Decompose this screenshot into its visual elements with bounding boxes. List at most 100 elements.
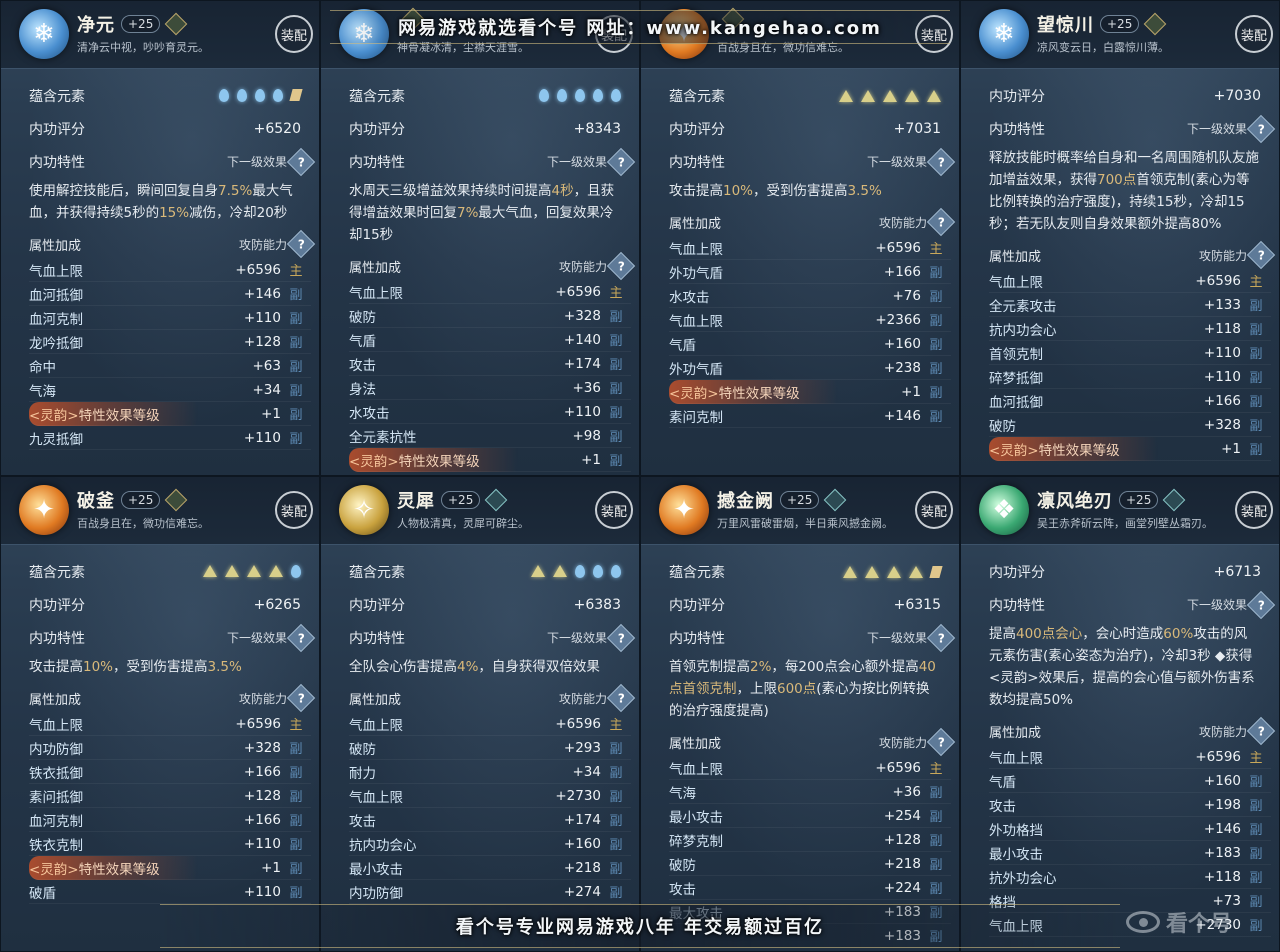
next-level-label: 下一级效果 <box>226 631 287 645</box>
stat-name-text: 破防 <box>989 418 1016 435</box>
stat-name-text: 破防 <box>349 309 376 326</box>
stat-name-text: 命中 <box>29 359 56 376</box>
elements-row: 蕴含元素 <box>349 79 631 112</box>
water-drop-icon <box>575 89 585 102</box>
stat-name-text: 气血上限 <box>669 313 723 330</box>
sub-stat-icon: 副 <box>929 858 943 873</box>
attr-sub[interactable]: 攻防能力? <box>1199 716 1276 746</box>
elements-row: 蕴含元素 <box>29 555 311 588</box>
help-icon[interactable]: ? <box>1246 240 1276 270</box>
trait-effect-text: 释放技能时概率给自身和一名周围随机队友施加增益效果，获得700点首领克制(素心为… <box>989 145 1271 241</box>
help-icon[interactable]: ? <box>926 727 956 757</box>
attr-header: 属性加成 攻防能力? <box>29 229 316 259</box>
attr-sub[interactable]: 攻防能力? <box>879 727 956 757</box>
next-level-effect[interactable]: 下一级效果? <box>547 623 636 652</box>
help-icon[interactable]: ? <box>286 623 316 652</box>
next-level-effect[interactable]: 下一级效果? <box>547 147 636 176</box>
mountain-icon <box>883 89 897 102</box>
help-glyph: ? <box>297 691 305 705</box>
stat-name-text: 外功气盾 <box>669 265 723 282</box>
equip-button[interactable]: 装配 <box>1235 491 1273 529</box>
next-level-effect[interactable]: 下一级效果? <box>1187 114 1276 143</box>
stat-name: 破防 <box>669 854 841 874</box>
sub-stat-icon: 副 <box>929 338 943 353</box>
help-icon[interactable]: ? <box>606 683 636 713</box>
sub-stat-icon: 副 <box>929 266 943 281</box>
attr-sub[interactable]: 攻防能力? <box>559 683 636 713</box>
stat-name-text: 气血上限 <box>669 241 723 258</box>
water-drop-icon <box>273 89 283 102</box>
equip-button[interactable]: 装配 <box>275 491 313 529</box>
stat-row: 破防 +293 副 <box>349 736 631 760</box>
next-level-effect[interactable]: 下一级效果? <box>866 147 956 176</box>
help-icon[interactable]: ? <box>1246 716 1276 746</box>
next-level-label: 下一级效果 <box>866 155 927 169</box>
elements-row: 蕴含元素 <box>669 555 951 588</box>
help-icon[interactable]: ? <box>1246 114 1276 143</box>
stat-name: <灵韵>特性效果等级 <box>29 858 201 878</box>
help-icon[interactable]: ? <box>286 683 316 713</box>
attr-sub[interactable]: 攻防能力? <box>239 229 316 259</box>
stat-row: 攻击 +174 副 <box>349 352 631 376</box>
equip-button[interactable]: 装配 <box>275 15 313 53</box>
sub-stat-icon: 副 <box>929 362 943 377</box>
next-level-effect[interactable]: 下一级效果? <box>867 623 956 652</box>
next-level-effect[interactable]: 下一级效果? <box>226 623 316 652</box>
help-icon[interactable]: ? <box>606 623 636 652</box>
help-glyph: ? <box>937 630 945 645</box>
trait-effect-text: 攻击提高10%，受到伤害提高3.5% <box>669 178 951 208</box>
stat-row: 耐力 +34 副 <box>349 760 631 784</box>
gongfa-name: 凛风绝刃 <box>1037 491 1113 512</box>
stat-name-text: 素问克制 <box>669 409 723 426</box>
stat-value: +36 <box>892 783 922 800</box>
stat-name: 首领克制 <box>989 343 1161 363</box>
mountain-icon <box>247 565 261 577</box>
stat-name-text: 气血上限 <box>29 717 83 734</box>
help-icon[interactable]: ? <box>286 147 316 176</box>
grade-diamond-icon <box>485 488 508 512</box>
attr-label: 属性加成 <box>29 692 82 708</box>
stat-row: 水攻击 +76 副 <box>669 284 951 308</box>
next-level-effect[interactable]: 下一级效果? <box>1187 590 1276 619</box>
help-icon[interactable]: ? <box>606 147 636 176</box>
sub-stat-icon: 副 <box>289 288 303 303</box>
card-body: 内功评分 +6713 内功特性 下一级效果? 提高400点会心，会心时造成60%攻击的风… <box>961 545 1279 937</box>
help-icon[interactable]: ? <box>286 229 316 259</box>
equip-button[interactable]: 装配 <box>1235 15 1273 53</box>
stat-name: 气盾 <box>989 771 1161 791</box>
help-icon[interactable]: ? <box>606 251 636 281</box>
equip-button[interactable]: 装配 <box>915 491 953 529</box>
main-stat-icon: 主 <box>929 242 943 257</box>
stat-name: 水攻击 <box>349 402 521 422</box>
stat-name-text: 攻击 <box>989 798 1016 815</box>
help-icon[interactable]: ? <box>1246 590 1276 619</box>
stat-name-text: 攻击 <box>669 881 696 898</box>
trait-label: 内功特性 <box>349 630 405 647</box>
help-icon[interactable]: ? <box>926 147 956 176</box>
attr-sub[interactable]: 攻防能力? <box>879 207 956 237</box>
level-badge: +25 <box>1119 491 1159 509</box>
gongfa-name: 灵犀 <box>397 491 435 512</box>
score-label: 内功评分 <box>669 597 725 614</box>
mountain-icon <box>269 565 283 577</box>
stat-name: 最小攻击 <box>989 843 1161 863</box>
elements-label: 蕴含元素 <box>669 88 725 105</box>
stat-value: +218 <box>883 855 921 872</box>
attr-sub[interactable]: 攻防能力? <box>559 251 636 281</box>
title-row: 望惊川 +25 <box>1037 11 1167 37</box>
stat-name: 气血上限 <box>669 758 841 778</box>
attr-sub[interactable]: 攻防能力? <box>239 683 316 713</box>
help-icon[interactable]: ? <box>926 207 956 237</box>
help-icon[interactable]: ? <box>926 623 956 652</box>
attr-sub[interactable]: 攻防能力? <box>1199 240 1276 270</box>
score-value: +6520 <box>253 120 301 137</box>
lingyun-tag: <灵韵> <box>29 861 79 878</box>
stat-name-text: 气血上限 <box>29 263 83 280</box>
stat-value: +6596 <box>875 239 921 256</box>
next-level-effect[interactable]: 下一级效果? <box>227 147 316 176</box>
stat-value: +218 <box>563 859 601 876</box>
gongfa-card: ❄神骨凝冰清，尘襟天涯雪。装配蕴含元素内功评分+8343内功特性下一级效果?水周… <box>320 0 640 476</box>
stat-name: 外功气盾 <box>669 262 841 282</box>
trait-row: 内功特性 下一级效果? <box>989 112 1276 145</box>
equip-button[interactable]: 装配 <box>595 491 633 529</box>
